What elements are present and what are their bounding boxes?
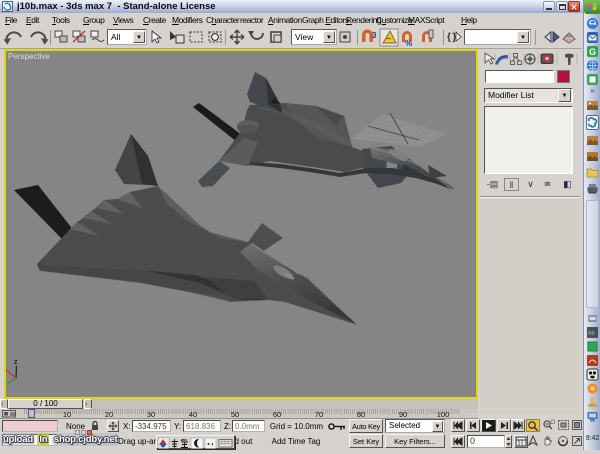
svg-text:z: z — [14, 359, 18, 366]
svg-text:3: 3 — [372, 31, 377, 40]
svg-text:66: 66 — [588, 331, 595, 337]
svg-text:%: % — [405, 39, 412, 48]
svg-text:{ }: { } — [447, 32, 457, 43]
svg-text:G: G — [589, 47, 596, 57]
